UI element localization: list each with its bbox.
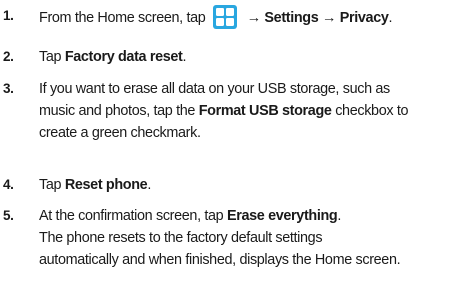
privacy-label: Privacy [339, 10, 389, 26]
step-number: 5. [3, 208, 14, 223]
step-1-end: . [388, 10, 393, 26]
home-grid-icon [213, 5, 238, 29]
step-text: Tap Reset phone. [39, 174, 476, 196]
step-4-text: Tap [39, 177, 65, 193]
step-5-line-1-end: . [337, 208, 342, 224]
step-5-line-1-start: At the confirmation screen, tap [39, 208, 227, 224]
arrow-1: → [246, 10, 261, 26]
step-3-line-2-end: checkbox to [331, 103, 409, 119]
factory-data-reset-label: Factory data reset [64, 49, 183, 65]
step-5-line-1: At the confirmation screen, tap Erase ev… [39, 205, 476, 227]
step-text: At the confirmation screen, tap Erase ev… [39, 205, 476, 271]
step-number: 4. [3, 177, 14, 192]
step-5-line-3: automatically and when finished, display… [39, 252, 401, 268]
step-text: If you want to erase all data on your US… [39, 78, 476, 144]
arrow-2: → [322, 10, 337, 26]
format-usb-storage-label: Format USB storage [198, 103, 332, 119]
step-3-line-2: music and photos, tap the Format USB sto… [39, 100, 476, 122]
settings-label: Settings [264, 10, 319, 26]
step-number: 1. [3, 8, 14, 23]
step-3-line-3: create a green checkmark. [39, 125, 201, 141]
step-number: 2. [3, 49, 14, 64]
step-2-text: Tap [39, 49, 65, 65]
step-4-end: . [147, 177, 151, 193]
erase-everything-label: Erase everything [226, 208, 338, 224]
step-1-text-start: From the Home screen, tap [39, 10, 206, 26]
step-5-line-2: The phone resets to the factory default … [39, 230, 323, 246]
step-3-line-2-start: music and photos, tap the [39, 103, 199, 119]
step-text: Tap Factory data reset. [39, 46, 476, 68]
step-number: 3. [3, 81, 14, 96]
reset-phone-label: Reset phone [64, 177, 148, 193]
step-3-line-1: If you want to erase all data on your US… [39, 81, 390, 97]
step-text: From the Home screen, tap → Settings → P… [39, 5, 476, 29]
step-2-end: . [182, 49, 187, 65]
